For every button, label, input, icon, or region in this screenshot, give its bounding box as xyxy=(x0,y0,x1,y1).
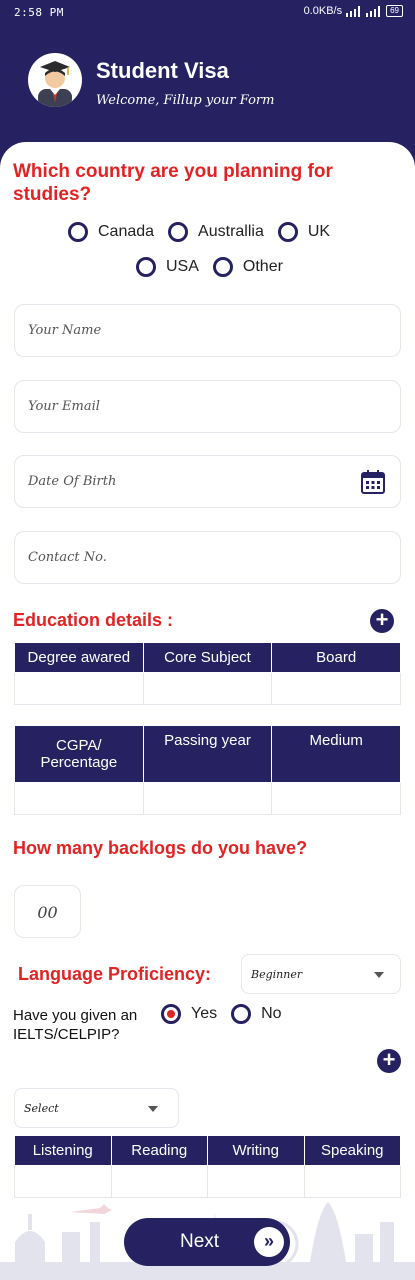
network-speed: 0.0KB/s xyxy=(303,5,343,17)
country-question: Which country are you planning for studi… xyxy=(13,161,333,205)
radio-label-no: No xyxy=(261,1005,282,1022)
name-placeholder: Your Name xyxy=(28,323,102,338)
country-row-2: USA Other xyxy=(136,257,297,277)
dob-field[interactable]: Date Of Birth xyxy=(14,455,401,508)
radio-label-canada: Canada xyxy=(98,223,155,240)
dob-placeholder: Date Of Birth xyxy=(28,474,117,489)
language-title: Language Proficiency: xyxy=(18,964,212,984)
header-degree: Degree awared xyxy=(14,642,144,673)
battery-icon: 69 xyxy=(386,5,403,17)
header-core-subject: Core Subject xyxy=(142,642,273,673)
backlogs-input[interactable]: 00 xyxy=(14,885,81,938)
page-title: Student Visa xyxy=(96,58,229,83)
test-select-value: Select xyxy=(24,1102,59,1115)
add-score-button[interactable]: + xyxy=(377,1049,401,1073)
name-field[interactable]: Your Name xyxy=(14,304,401,357)
header-reading: Reading xyxy=(110,1135,208,1166)
contact-field[interactable]: Contact No. xyxy=(14,531,401,584)
graduate-avatar-icon xyxy=(28,53,82,107)
cell-degree[interactable] xyxy=(14,672,144,705)
header-writing: Writing xyxy=(207,1135,305,1166)
cell-medium[interactable] xyxy=(271,782,401,815)
next-label: Next xyxy=(180,1231,220,1252)
ielts-question: Have you given an IELTS/CELPIP? xyxy=(13,1007,138,1043)
radio-label-other: Other xyxy=(242,258,283,275)
email-field[interactable]: Your Email xyxy=(14,380,401,433)
signal-icon xyxy=(346,5,362,17)
radio-uk[interactable] xyxy=(277,222,298,242)
test-select-dropdown[interactable]: Select xyxy=(14,1088,179,1128)
cell-cgpa[interactable] xyxy=(14,782,144,815)
add-education-button[interactable]: + xyxy=(370,609,394,633)
contact-placeholder: Contact No. xyxy=(28,550,107,565)
header-medium: Medium xyxy=(271,725,401,783)
form-card: Which country are you planning for studi… xyxy=(0,142,415,1280)
education-table-2: CGPA/ Percentage Passing year Medium xyxy=(14,725,401,815)
signal-icon-2 xyxy=(366,5,382,17)
radio-label-usa: USA xyxy=(166,258,199,275)
header-cgpa: CGPA/ Percentage xyxy=(14,725,144,783)
language-level-dropdown[interactable]: Beginner xyxy=(241,954,401,994)
language-level-value: Beginner xyxy=(251,968,303,981)
status-icons: 0.0KB/s 69 xyxy=(304,5,403,17)
score-table: Listening Reading Writing Speaking xyxy=(14,1135,401,1198)
chevron-down-icon xyxy=(148,1106,158,1112)
education-title: Education details : xyxy=(13,610,174,630)
country-row-1: Canada Australlia UK xyxy=(68,222,344,242)
header-board: Board xyxy=(271,642,401,673)
next-button[interactable]: Next » xyxy=(124,1218,290,1266)
cell-passing-year[interactable] xyxy=(142,782,273,815)
status-time: 2:58 PM xyxy=(14,6,64,19)
status-bar: 2:58 PM 0.0KB/s 69 xyxy=(0,0,415,26)
double-chevron-right-icon: » xyxy=(254,1227,284,1257)
radio-australlia[interactable] xyxy=(168,222,189,242)
cell-board[interactable] xyxy=(271,672,401,705)
radio-label-australlia: Australlia xyxy=(198,223,264,240)
calendar-icon[interactable] xyxy=(360,469,386,495)
radio-label-yes: Yes xyxy=(191,1005,218,1022)
radio-usa[interactable] xyxy=(136,257,156,277)
radio-other[interactable] xyxy=(212,257,233,277)
education-table-1: Degree awared Core Subject Board xyxy=(14,642,401,705)
radio-canada[interactable] xyxy=(68,222,88,242)
email-placeholder: Your Email xyxy=(28,399,100,414)
chevron-down-icon xyxy=(374,972,384,978)
header-speaking: Speaking xyxy=(303,1135,401,1166)
header: Student Visa Welcome, Fillup your Form xyxy=(0,26,415,146)
header-listening: Listening xyxy=(14,1135,112,1166)
backlogs-question: How many backlogs do you have? xyxy=(13,838,308,858)
radio-no[interactable] xyxy=(231,1004,252,1024)
radio-yes[interactable] xyxy=(161,1004,181,1024)
header-passing-year: Passing year xyxy=(142,725,273,783)
cell-core-subject[interactable] xyxy=(142,672,273,705)
ielts-radio-row: Yes No xyxy=(161,1004,296,1024)
page-subtitle: Welcome, Fillup your Form xyxy=(96,93,275,108)
radio-label-uk: UK xyxy=(307,223,331,240)
